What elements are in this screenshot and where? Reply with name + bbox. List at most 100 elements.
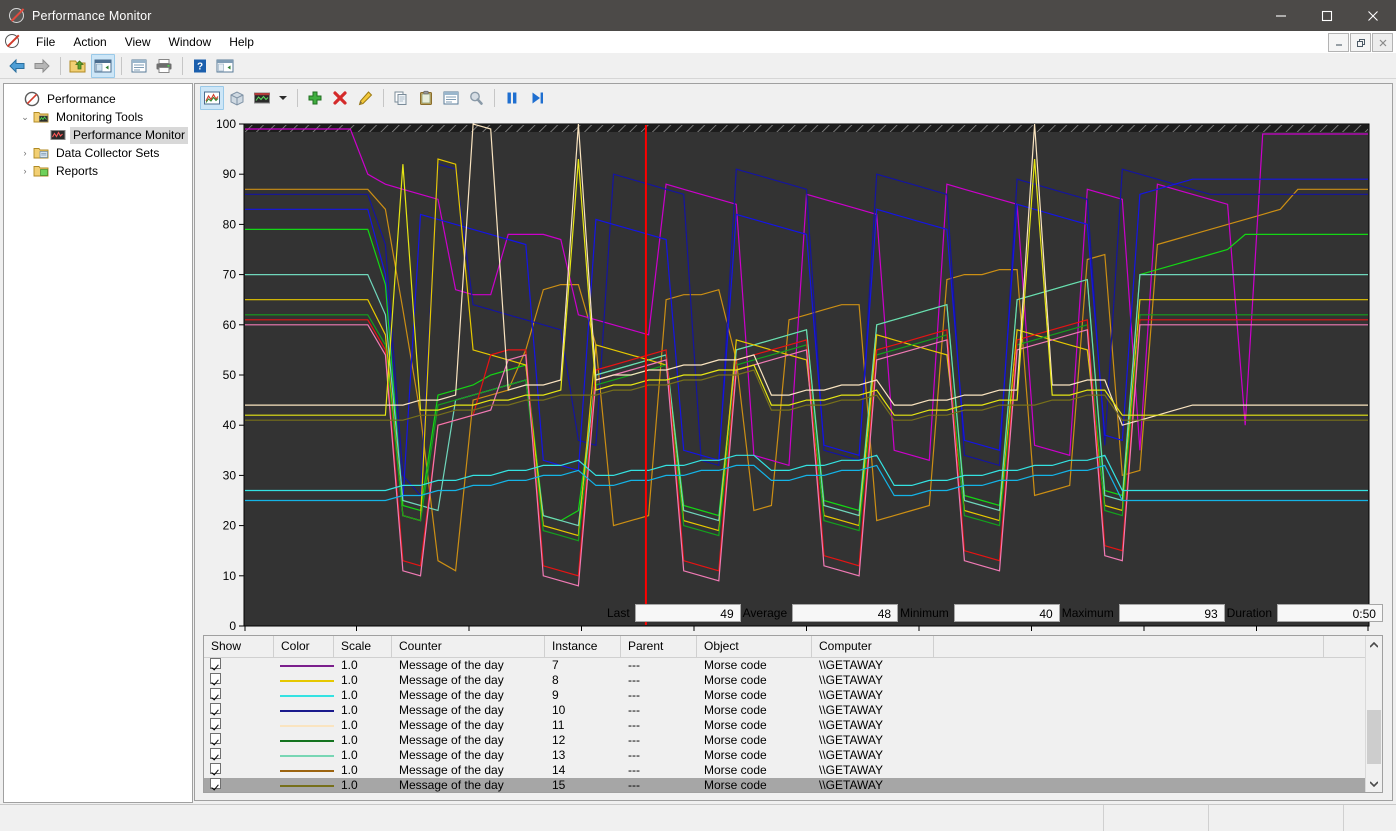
table-row[interactable]: 1.0 Message of the day 12 --- Morse code \\GE… bbox=[204, 733, 1382, 748]
tree-expander[interactable] bbox=[8, 91, 24, 107]
forward-button[interactable] bbox=[30, 54, 54, 78]
tree-expander[interactable]: ⌄ bbox=[17, 109, 33, 125]
tree-item-reports[interactable]: › Reports bbox=[4, 162, 192, 180]
show-checkbox[interactable] bbox=[210, 703, 221, 714]
clipboard-paste-icon[interactable] bbox=[414, 86, 438, 110]
minimize-icon[interactable] bbox=[1258, 0, 1304, 31]
up-one-level-button[interactable] bbox=[66, 54, 90, 78]
update-data-button[interactable] bbox=[525, 86, 549, 110]
show-checkbox-cell[interactable] bbox=[204, 763, 274, 778]
column-header-object[interactable]: Object bbox=[697, 636, 812, 657]
counter-list[interactable]: Show Color Scale Counter Instance Parent Objec… bbox=[203, 635, 1383, 793]
magnifier-icon[interactable] bbox=[464, 86, 488, 110]
tree-item-data-collector-sets[interactable]: › Data Collector Sets bbox=[4, 144, 192, 162]
y-axis-label: 100 bbox=[216, 117, 236, 131]
color-swatch-cell[interactable] bbox=[274, 673, 334, 688]
show-checkbox[interactable] bbox=[210, 778, 221, 789]
show-checkbox-cell[interactable] bbox=[204, 748, 274, 763]
show-checkbox-cell[interactable] bbox=[204, 658, 274, 673]
show-checkbox[interactable] bbox=[210, 733, 221, 744]
column-header-show[interactable]: Show bbox=[204, 636, 274, 657]
counter-list-scrollbar[interactable] bbox=[1365, 636, 1382, 792]
show-hide-console-tree-button[interactable] bbox=[91, 53, 115, 78]
delete-counter-button[interactable] bbox=[328, 86, 352, 110]
color-swatch-cell[interactable] bbox=[274, 658, 334, 673]
column-header-counter[interactable]: Counter bbox=[392, 636, 545, 657]
table-row[interactable]: 1.0 Message of the day 10 --- Morse code \\GE… bbox=[204, 703, 1382, 718]
show-checkbox-cell[interactable] bbox=[204, 673, 274, 688]
tree-expander[interactable] bbox=[34, 127, 50, 143]
show-checkbox-cell[interactable] bbox=[204, 733, 274, 748]
copy-icon[interactable] bbox=[389, 86, 413, 110]
show-checkbox[interactable] bbox=[210, 748, 221, 759]
scroll-down-arrow-icon[interactable] bbox=[1366, 775, 1382, 792]
printer-icon[interactable] bbox=[152, 54, 176, 78]
menu-item-help[interactable]: Help bbox=[220, 32, 263, 52]
view-line-graph-button[interactable] bbox=[200, 85, 224, 110]
chevron-down-icon[interactable] bbox=[275, 86, 291, 110]
tree-item-performance[interactable]: Performance bbox=[4, 90, 192, 108]
export-list-button[interactable] bbox=[213, 54, 237, 78]
color-swatch-cell[interactable] bbox=[274, 778, 334, 792]
table-row[interactable]: 1.0 Message of the day 13 --- Morse code \\GE… bbox=[204, 748, 1382, 763]
column-header-blank[interactable] bbox=[934, 636, 1324, 657]
freeze-display-button[interactable] bbox=[500, 86, 524, 110]
column-header-computer[interactable]: Computer bbox=[812, 636, 934, 657]
table-row[interactable]: 1.0 Message of the day 11 --- Morse code \\GE… bbox=[204, 718, 1382, 733]
performance-chart[interactable]: 01020304050607080901005:10:27 PM5:10:3..… bbox=[203, 117, 1383, 674]
tree-item-performance-monitor[interactable]: Performance Monitor bbox=[4, 126, 192, 144]
color-swatch-cell[interactable] bbox=[274, 718, 334, 733]
properties-button[interactable] bbox=[127, 54, 151, 78]
show-checkbox[interactable] bbox=[210, 658, 221, 669]
cell-scale: 1.0 bbox=[341, 658, 358, 672]
mdi-close-button[interactable] bbox=[1372, 33, 1393, 52]
color-swatch-cell[interactable] bbox=[274, 748, 334, 763]
chart-canvas[interactable]: 01020304050607080901005:10:27 PM5:10:3..… bbox=[203, 117, 1383, 674]
show-checkbox[interactable] bbox=[210, 763, 221, 774]
menu-item-window[interactable]: Window bbox=[160, 32, 221, 52]
show-checkbox-cell[interactable] bbox=[204, 688, 274, 703]
counter-list-body[interactable]: 1.0 Message of the day 7 --- Morse code \\GET… bbox=[204, 658, 1382, 792]
column-header-parent[interactable]: Parent bbox=[621, 636, 697, 657]
properties-button[interactable] bbox=[439, 86, 463, 110]
color-swatch bbox=[280, 739, 334, 742]
tree-item-monitoring-tools[interactable]: ⌄ Monitoring Tools bbox=[4, 108, 192, 126]
table-row[interactable]: 1.0 Message of the day 15 --- Morse code \\GE… bbox=[204, 778, 1382, 792]
menu-item-view[interactable]: View bbox=[116, 32, 160, 52]
status-pane-2 bbox=[1209, 805, 1345, 831]
tree-expander[interactable]: › bbox=[17, 163, 33, 179]
scroll-up-arrow-icon[interactable] bbox=[1366, 636, 1382, 653]
show-checkbox-cell[interactable] bbox=[204, 778, 274, 792]
close-icon[interactable] bbox=[1350, 0, 1396, 31]
column-header-scale[interactable]: Scale bbox=[334, 636, 392, 657]
view-histogram-button[interactable] bbox=[225, 86, 249, 110]
add-counter-button[interactable] bbox=[303, 86, 327, 110]
color-swatch-cell[interactable] bbox=[274, 763, 334, 778]
table-row[interactable]: 1.0 Message of the day 9 --- Morse code \\GET… bbox=[204, 688, 1382, 703]
show-checkbox-cell[interactable] bbox=[204, 718, 274, 733]
maximize-icon[interactable] bbox=[1304, 0, 1350, 31]
show-checkbox-cell[interactable] bbox=[204, 703, 274, 718]
table-row[interactable]: 1.0 Message of the day 14 --- Morse code \\GE… bbox=[204, 763, 1382, 778]
menu-item-action[interactable]: Action bbox=[64, 32, 115, 52]
color-swatch-cell[interactable] bbox=[274, 703, 334, 718]
mdi-restore-button[interactable] bbox=[1350, 33, 1371, 52]
show-checkbox[interactable] bbox=[210, 688, 221, 699]
color-swatch-cell[interactable] bbox=[274, 688, 334, 703]
color-swatch-cell[interactable] bbox=[274, 733, 334, 748]
help-icon[interactable]: ? bbox=[188, 54, 212, 78]
table-row[interactable]: 1.0 Message of the day 8 --- Morse code \\GET… bbox=[204, 673, 1382, 688]
table-row[interactable]: 1.0 Message of the day 7 --- Morse code \\GET… bbox=[204, 658, 1382, 673]
tree-expander[interactable]: › bbox=[17, 145, 33, 161]
column-header-instance[interactable]: Instance bbox=[545, 636, 621, 657]
highlighter-icon[interactable] bbox=[353, 86, 377, 110]
y-axis-label: 10 bbox=[223, 569, 237, 583]
show-checkbox[interactable] bbox=[210, 718, 221, 729]
change-graph-type-button[interactable] bbox=[250, 86, 274, 110]
show-checkbox[interactable] bbox=[210, 673, 221, 684]
mdi-minimize-button[interactable] bbox=[1328, 33, 1349, 52]
scrollbar-thumb[interactable] bbox=[1367, 710, 1381, 764]
column-header-color[interactable]: Color bbox=[274, 636, 334, 657]
menu-item-file[interactable]: File bbox=[27, 32, 64, 52]
back-button[interactable] bbox=[5, 54, 29, 78]
